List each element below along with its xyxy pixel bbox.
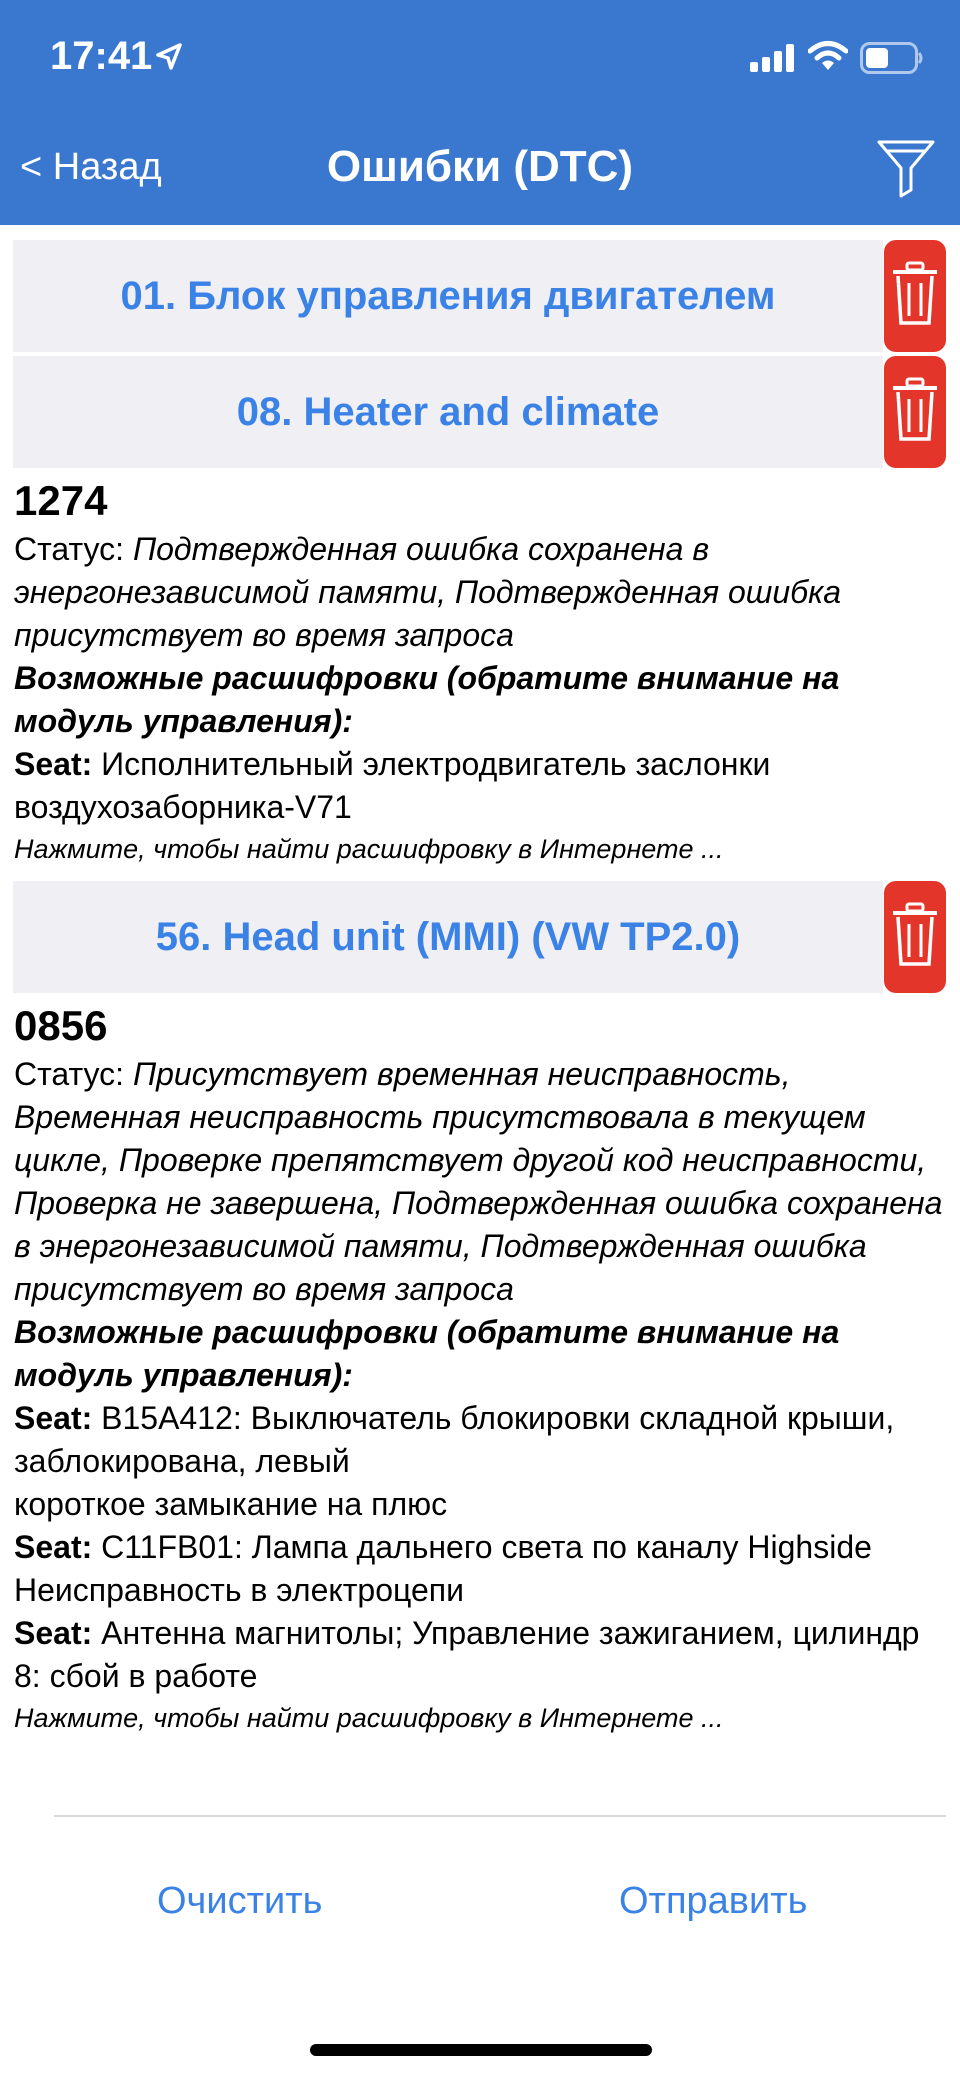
status-value: Присутствует временная неисправность, Вр…: [14, 1056, 943, 1307]
status-label: Статус:: [14, 1056, 125, 1092]
decode-item: Seat: Исполнительный электродвигатель за…: [14, 743, 946, 829]
brand-label: Seat:: [14, 746, 93, 782]
dtc-code: 1274: [14, 477, 108, 524]
delete-module-button[interactable]: [884, 240, 946, 352]
trash-icon: [892, 377, 938, 448]
status-time: 17:41: [50, 34, 153, 78]
trash-icon: [892, 902, 938, 973]
decode-text-continuation: Неисправность в электроцепи: [14, 1572, 464, 1608]
decode-text: Антенна магнитолы; Управление зажиганием…: [14, 1615, 920, 1694]
status-value: Подтвержденная ошибка сохранена в энерго…: [14, 531, 842, 653]
delete-module-button[interactable]: [884, 881, 946, 993]
brand-label: Seat:: [14, 1615, 93, 1651]
dtc-status: Статус: Подтвержденная ошибка сохранена …: [14, 528, 946, 657]
navigation-header: 17:41 < Назад Ошибки (DTC): [0, 0, 960, 225]
dtc-list: 01. Блок управления двигателем 08. Heate…: [0, 240, 960, 1750]
page-title: Ошибки (DTC): [326, 142, 634, 191]
module-header[interactable]: 56. Head unit (MMI) (VW TP2.0): [13, 881, 883, 993]
module-row: 56. Head unit (MMI) (VW TP2.0): [0, 881, 960, 993]
module-row: 01. Блок управления двигателем: [0, 240, 960, 352]
home-indicator[interactable]: [310, 2044, 652, 2056]
location-arrow-icon: [154, 42, 184, 77]
send-button[interactable]: Отправить: [619, 1880, 807, 1923]
module-header[interactable]: 01. Блок управления двигателем: [13, 240, 883, 352]
decode-title: Возможные расшифровки (обратите внимание…: [14, 1314, 840, 1393]
search-online-link[interactable]: Нажмите, чтобы найти расшифровку в Интер…: [14, 829, 946, 869]
dtc-entry: 0856 Статус: Присутствует временная неис…: [0, 997, 960, 1750]
filter-icon[interactable]: [876, 138, 936, 205]
battery-icon: [860, 42, 924, 79]
module-row: 08. Heater and climate: [0, 356, 960, 468]
signal-icon: [750, 44, 798, 77]
brand-label: Seat:: [14, 1529, 93, 1565]
status-bar: 17:41: [0, 0, 960, 120]
footer-divider: [54, 1815, 946, 1817]
trash-icon: [892, 261, 938, 332]
wifi-icon: [807, 40, 849, 77]
dtc-status: Статус: Присутствует временная неисправн…: [14, 1053, 946, 1311]
decode-text: Исполнительный электродвигатель заслонки…: [14, 746, 771, 825]
search-online-link[interactable]: Нажмите, чтобы найти расшифровку в Интер…: [14, 1698, 946, 1738]
status-label: Статус:: [14, 531, 125, 567]
decode-title: Возможные расшифровки (обратите внимание…: [14, 660, 840, 739]
dtc-entry: 1274 Статус: Подтвержденная ошибка сохра…: [0, 472, 960, 881]
decode-text-continuation: короткое замыкание на плюс: [14, 1486, 448, 1522]
decode-item: Seat: Антенна магнитолы; Управление зажи…: [14, 1612, 946, 1698]
delete-module-button[interactable]: [884, 356, 946, 468]
decode-item: Seat: C11FB01: Лампа дальнего света по к…: [14, 1526, 946, 1569]
decode-text: B15A412: Выключатель блокировки складной…: [14, 1400, 895, 1479]
brand-label: Seat:: [14, 1400, 93, 1436]
decode-text: C11FB01: Лампа дальнего света по каналу …: [101, 1529, 872, 1565]
module-header[interactable]: 08. Heater and climate: [13, 356, 883, 468]
clear-button[interactable]: Очистить: [157, 1880, 322, 1923]
dtc-code: 0856: [14, 1002, 108, 1049]
decode-item: Seat: B15A412: Выключатель блокировки ск…: [14, 1397, 946, 1483]
